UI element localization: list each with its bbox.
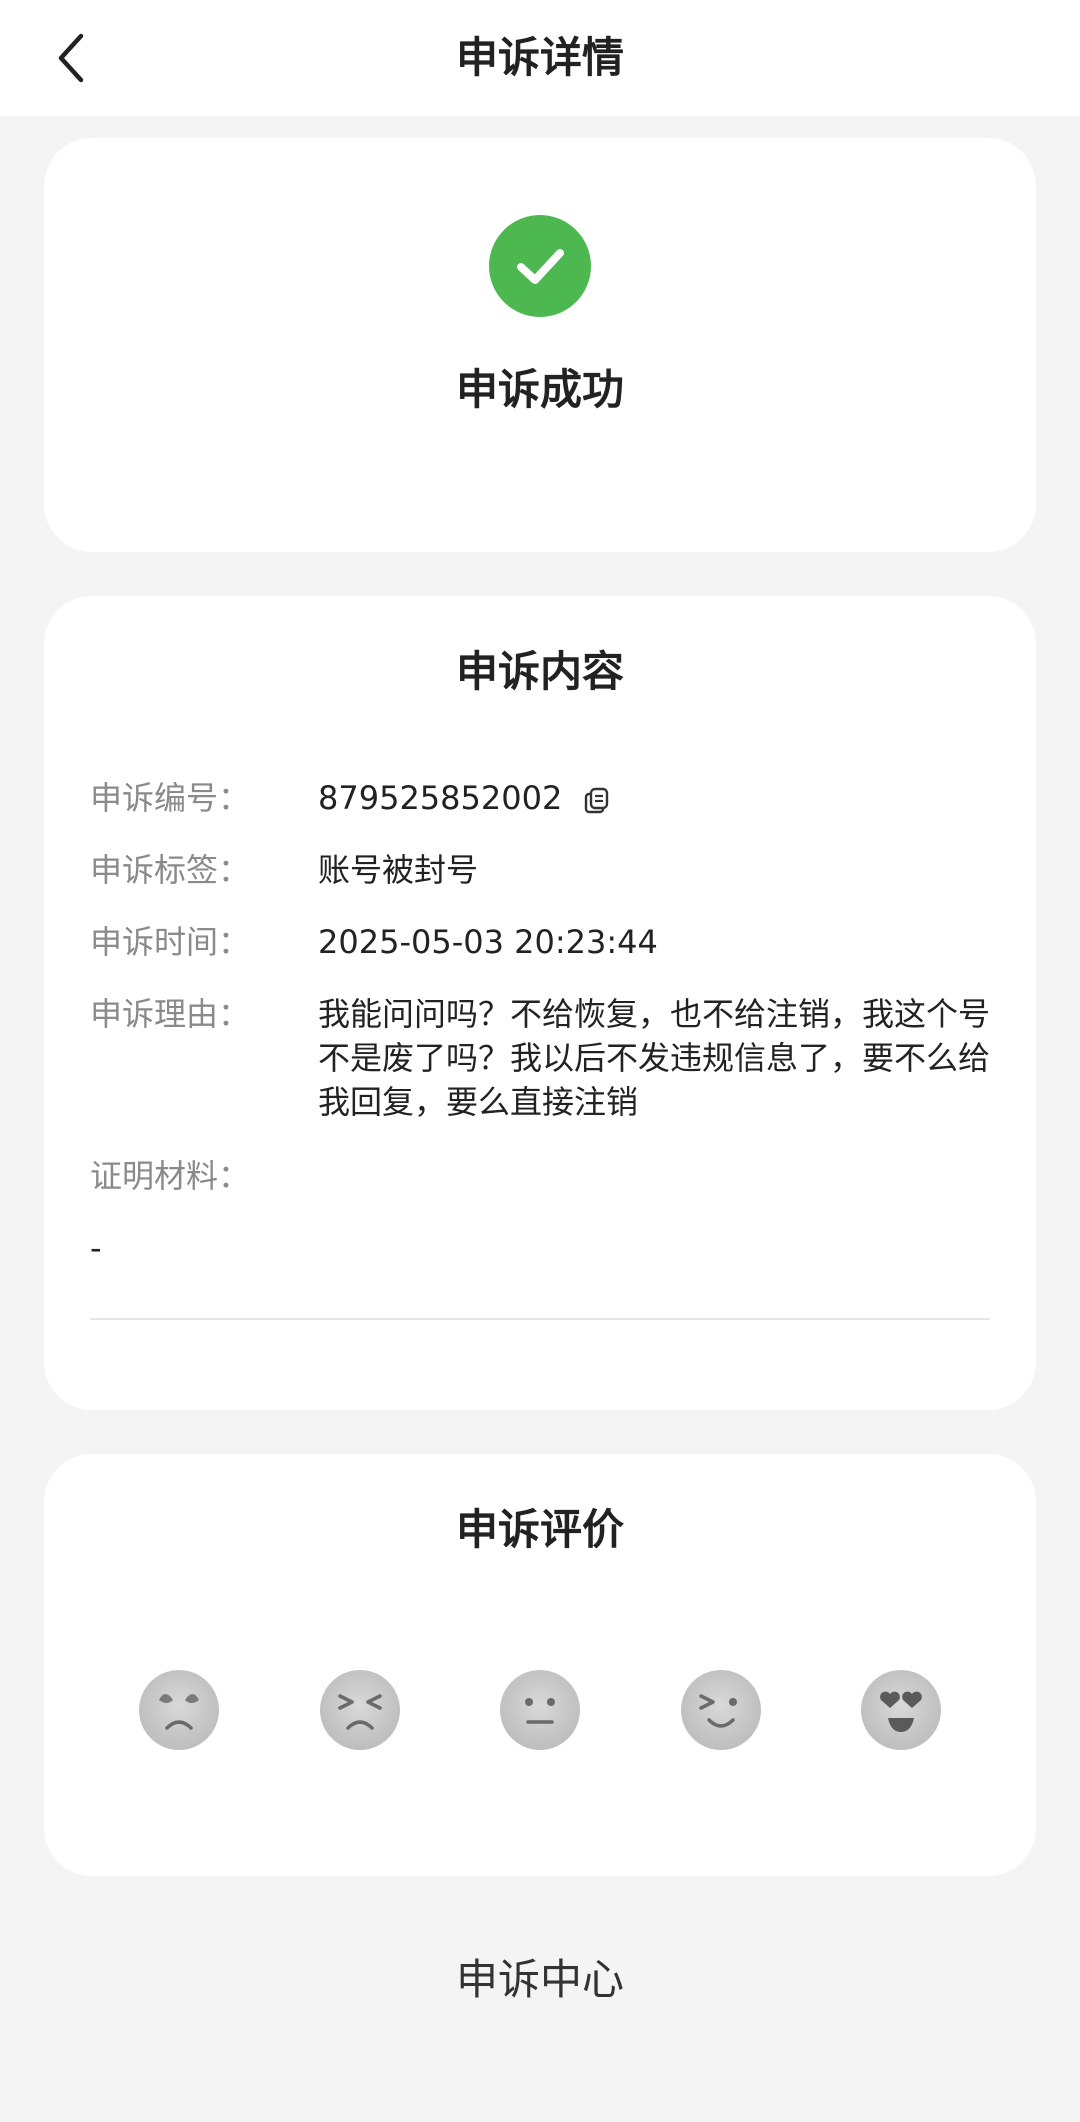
- appeal-rating-card: 申诉评价: [44, 1454, 1036, 1876]
- page-title: 申诉详情: [455, 33, 624, 82]
- copy-icon[interactable]: [582, 785, 612, 815]
- appeal-center-link[interactable]: 申诉中心: [0, 1946, 1080, 2007]
- angry-face-icon[interactable]: [139, 1670, 219, 1750]
- section-title: 申诉评价: [455, 1505, 624, 1554]
- neutral-face-icon[interactable]: [500, 1670, 580, 1750]
- field-label: 申诉编号：: [90, 779, 251, 817]
- field-label: 证明材料：: [90, 1157, 251, 1195]
- field-label: 申诉标签：: [90, 851, 251, 889]
- appeal-content-card: 申诉内容 申诉编号： 879525852002 申诉标签： 账号被封号 申诉时间…: [44, 596, 1036, 1410]
- field-value: 我能问问吗？不给恢复，也不给注销，我这个号不是废了吗？我以后不发违规信息了，要不…: [318, 995, 991, 1121]
- divider: [90, 1318, 990, 1320]
- status-text: 申诉成功: [455, 365, 624, 414]
- appeal-id-value: 879525852002: [318, 779, 563, 817]
- success-check-icon: [489, 215, 591, 317]
- field-value: 账号被封号: [318, 851, 479, 889]
- rating-faces: [44, 1670, 1036, 1750]
- field-label: 申诉理由：: [90, 995, 251, 1033]
- field-label: 申诉时间：: [90, 923, 251, 961]
- sad-face-icon[interactable]: [320, 1670, 400, 1750]
- happy-face-icon[interactable]: [681, 1670, 761, 1750]
- field-value: 2025-05-03 20:23:44: [318, 923, 658, 961]
- section-title: 申诉内容: [455, 647, 624, 696]
- evidence-value: -: [90, 1229, 102, 1267]
- status-card: 申诉成功: [44, 138, 1036, 552]
- field-value: 879525852002: [318, 776, 990, 820]
- love-face-icon[interactable]: [861, 1670, 941, 1750]
- top-nav-bar: 申诉详情: [0, 0, 1080, 116]
